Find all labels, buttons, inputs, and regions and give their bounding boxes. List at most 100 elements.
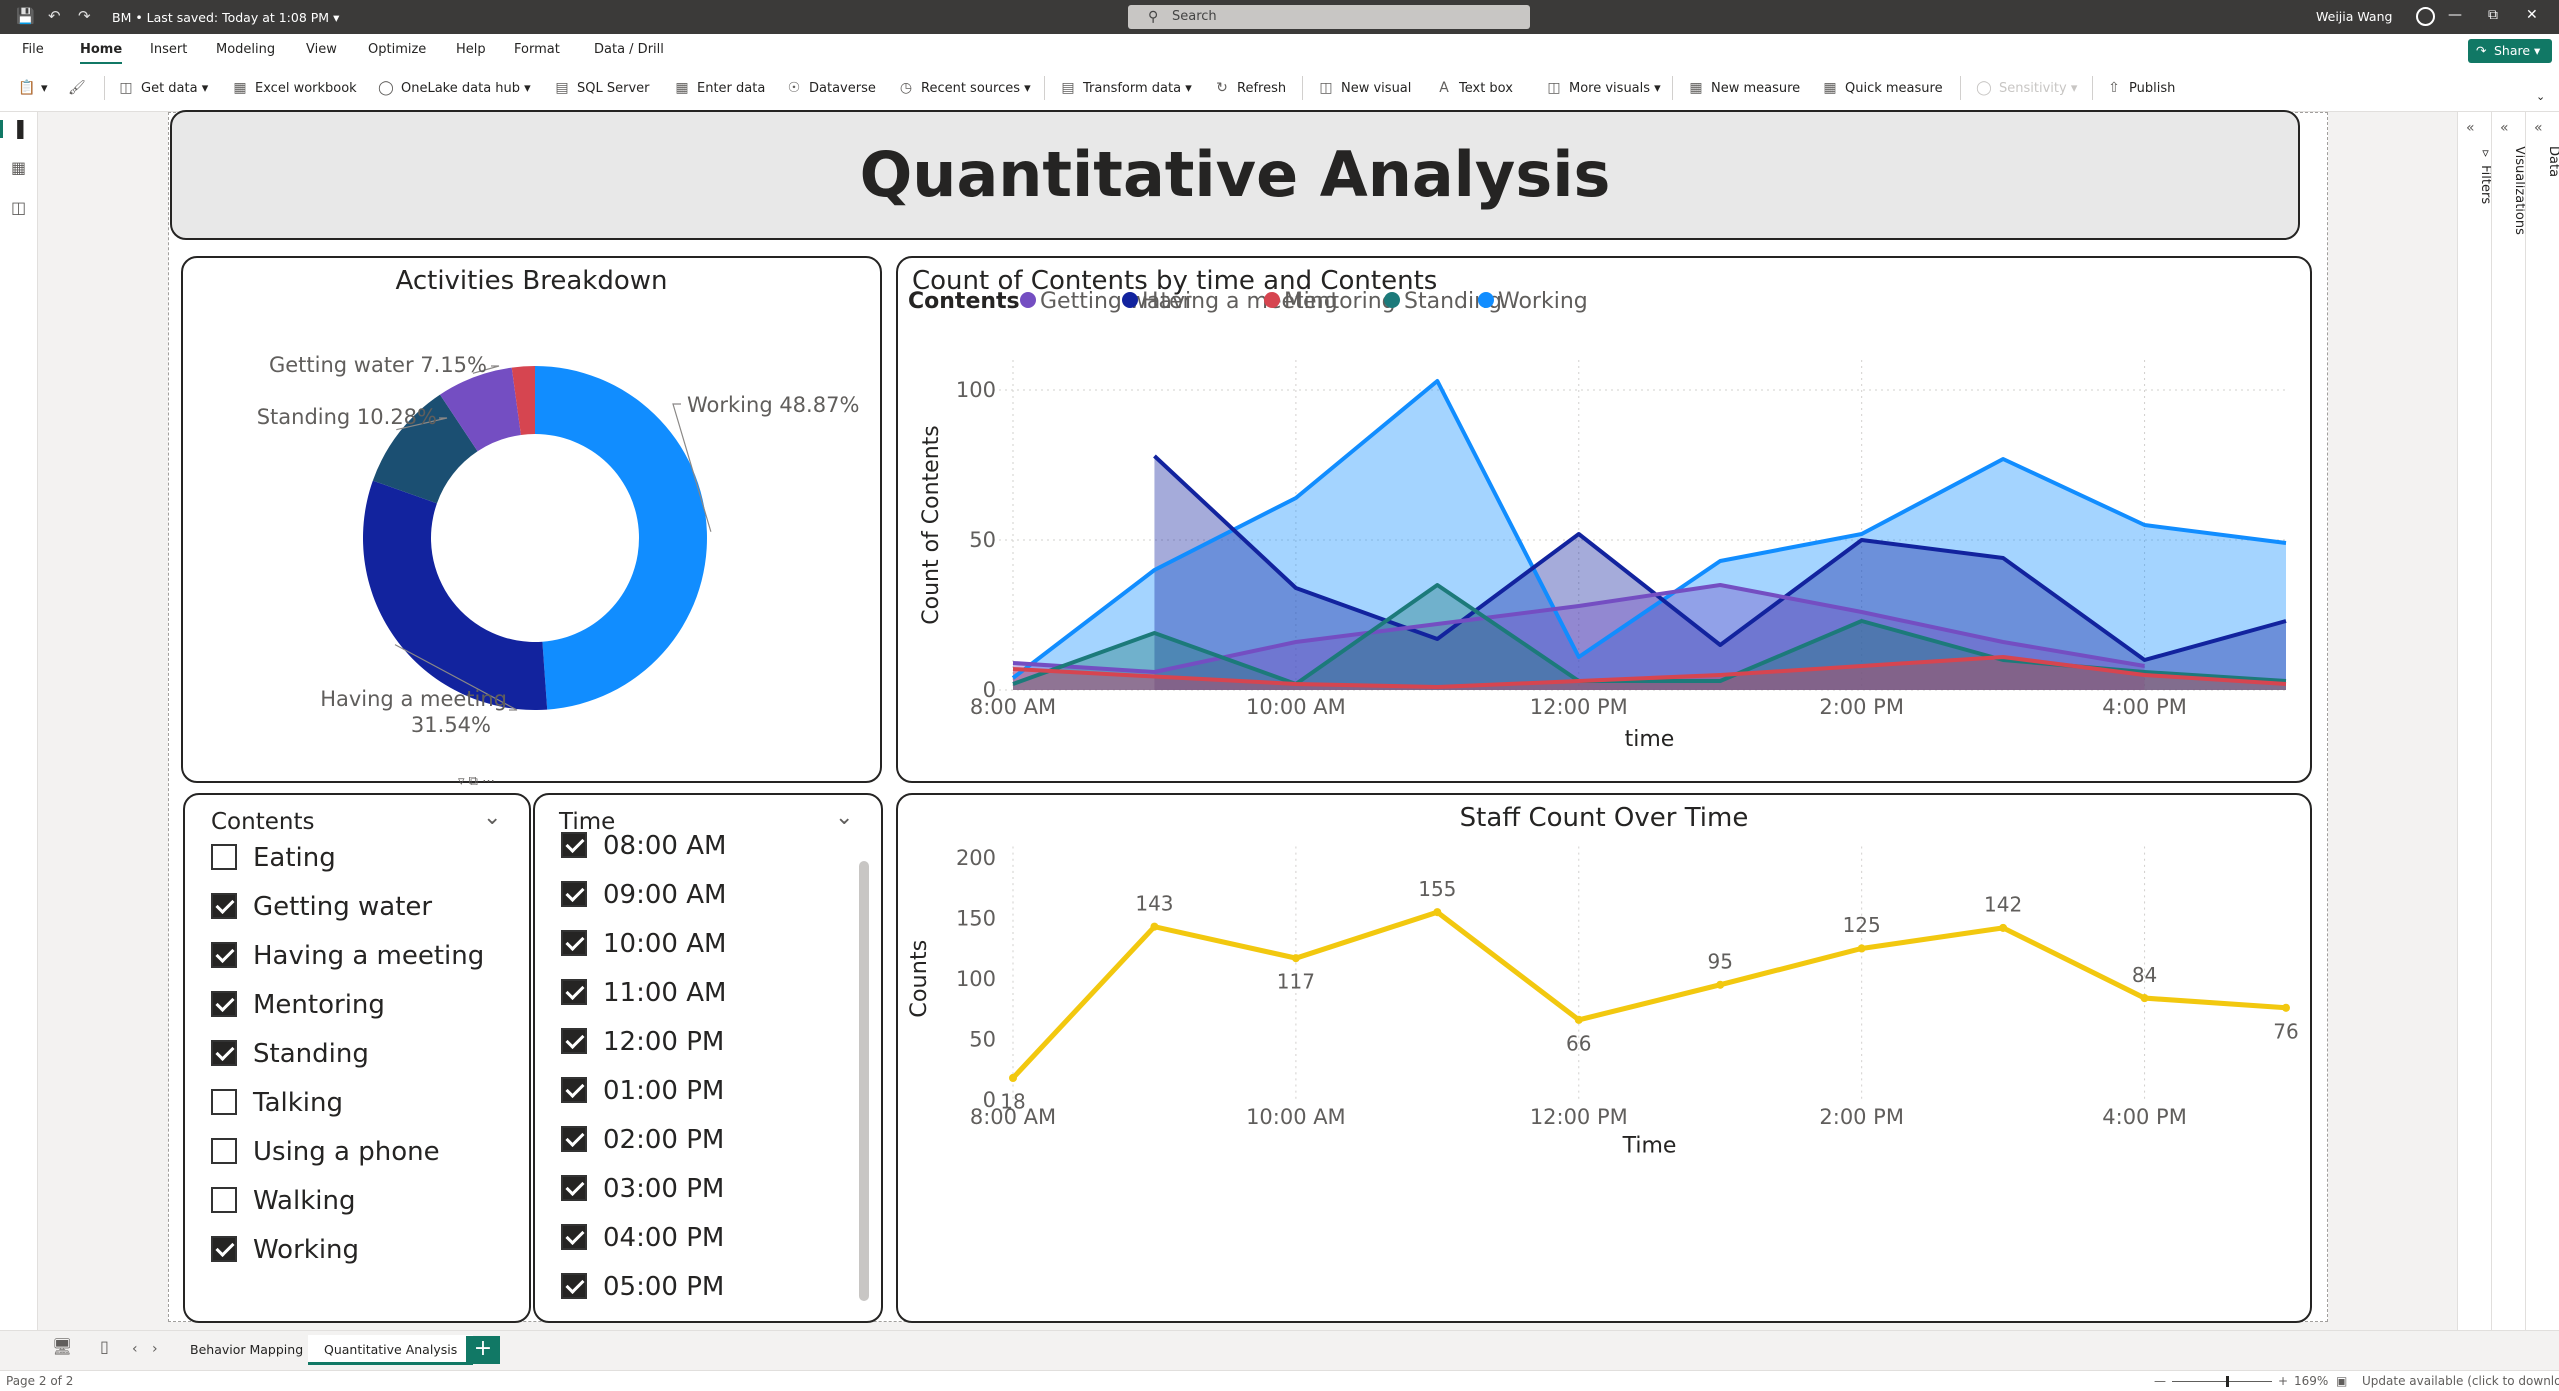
add-page-button[interactable]: + xyxy=(466,1336,500,1364)
sql-server-button[interactable]: ▤ SQL Server xyxy=(554,80,649,96)
tab-help[interactable]: Help xyxy=(456,42,486,57)
checkbox-checked[interactable] xyxy=(561,930,587,956)
visualizations-pane[interactable]: « Visualizations xyxy=(2491,112,2527,1350)
onelake-data-hub-button[interactable]: ◯ OneLake data hub ▾ xyxy=(378,80,531,96)
checkbox-unchecked[interactable] xyxy=(211,1138,237,1164)
checkbox-checked[interactable] xyxy=(561,881,587,907)
model-view-icon[interactable]: ◫ xyxy=(11,198,26,217)
zoom-slider-thumb[interactable] xyxy=(2226,1376,2229,1387)
expand-data-icon[interactable]: « xyxy=(2534,120,2543,136)
contents-by-time-visual[interactable]: Count of Contents by time and Contents C… xyxy=(896,256,2312,783)
document-title[interactable]: BM • Last saved: Today at 1:08 PM ▾ xyxy=(112,10,339,25)
slicer-item[interactable]: 05:00 PM xyxy=(561,1272,724,1304)
restore-icon[interactable]: ⧉ xyxy=(2488,7,2498,23)
checkbox-checked[interactable] xyxy=(211,893,237,919)
data-point[interactable] xyxy=(1857,944,1866,953)
tab-format[interactable]: Format xyxy=(514,42,560,57)
filter-icon[interactable]: ▿ xyxy=(458,774,465,789)
donut-slice[interactable] xyxy=(535,366,707,710)
slicer-item[interactable]: 11:00 AM xyxy=(561,978,726,1010)
data-point[interactable] xyxy=(1150,922,1159,931)
data-point[interactable] xyxy=(1009,1073,1017,1083)
tab-home[interactable]: Home xyxy=(80,42,123,65)
new-measure-button[interactable]: ▦ New measure xyxy=(1688,80,1800,96)
donut-slice[interactable] xyxy=(363,480,548,710)
checkbox-checked[interactable] xyxy=(561,979,587,1005)
slicer-item[interactable]: 10:00 AM xyxy=(561,929,726,961)
collapse-ribbon-icon[interactable]: ⌄ xyxy=(2536,90,2545,103)
tab-modeling[interactable]: Modeling xyxy=(216,42,275,57)
slicer-item[interactable]: 02:00 PM xyxy=(561,1125,724,1157)
checkbox-checked[interactable] xyxy=(561,1224,587,1250)
next-page-icon[interactable]: › xyxy=(152,1341,158,1357)
slicer-item[interactable]: 09:00 AM xyxy=(561,880,726,912)
refresh-button[interactable]: ↻ Refresh xyxy=(1214,80,1286,96)
data-point[interactable] xyxy=(1999,923,2008,932)
dataverse-button[interactable]: ☉ Dataverse xyxy=(786,80,876,96)
filters-pane[interactable]: « ▿ Filters xyxy=(2457,112,2493,1350)
checkbox-checked[interactable] xyxy=(561,1175,587,1201)
checkbox-unchecked[interactable] xyxy=(211,844,237,870)
search-box[interactable]: ⚲ Search xyxy=(1128,5,1530,29)
slicer-item[interactable]: Mentoring xyxy=(211,990,385,1022)
close-icon[interactable]: ✕ xyxy=(2526,7,2538,23)
time-slicer-scrollbar[interactable] xyxy=(859,861,869,1301)
slicer-item[interactable]: Talking xyxy=(211,1088,343,1120)
slicer-item[interactable]: 04:00 PM xyxy=(561,1223,724,1255)
recent-sources-button[interactable]: ◷ Recent sources ▾ xyxy=(898,80,1031,96)
checkbox-unchecked[interactable] xyxy=(211,1187,237,1213)
minimize-icon[interactable]: — xyxy=(2448,7,2462,23)
user-name[interactable]: Weijia Wang xyxy=(2316,9,2392,24)
slicer-item[interactable]: 01:00 PM xyxy=(561,1076,724,1108)
zoom-in-icon[interactable]: + xyxy=(2278,1374,2288,1388)
data-point[interactable] xyxy=(1574,1015,1583,1024)
activities-breakdown-visual[interactable]: Activities Breakdown Working 48.87% Havin… xyxy=(181,256,882,783)
checkbox-checked[interactable] xyxy=(561,832,587,858)
publish-button[interactable]: ⇧ Publish xyxy=(2106,80,2175,96)
slicer-item[interactable]: Having a meeting xyxy=(211,941,484,973)
excel-workbook-button[interactable]: ▦ Excel workbook xyxy=(232,80,356,96)
tab-view[interactable]: View xyxy=(306,42,337,57)
chevron-down-icon[interactable]: ⌄ xyxy=(835,805,853,830)
slicer-item[interactable]: 12:00 PM xyxy=(561,1027,724,1059)
enter-data-button[interactable]: ▦ Enter data xyxy=(674,80,765,96)
focus-mode-icon[interactable]: ⧉ xyxy=(469,774,478,789)
page-tab-behavior-mapping[interactable]: Behavior Mapping xyxy=(174,1335,319,1365)
text-box-button[interactable]: A Text box xyxy=(1436,80,1513,96)
get-data-button[interactable]: ◫ Get data ▾ xyxy=(118,80,208,96)
save-icon[interactable]: 💾 xyxy=(16,7,35,25)
paste-button[interactable]: 📋 ▾ xyxy=(18,80,48,96)
donut-chart[interactable]: Working 48.87% Having a meeting31.54% Stan… xyxy=(181,256,882,783)
new-visual-button[interactable]: ◫ New visual xyxy=(1318,80,1411,96)
avatar[interactable] xyxy=(2416,7,2435,26)
visual-header[interactable]: ▿ ⧉ ⋯ xyxy=(458,774,495,789)
prev-page-icon[interactable]: ‹ xyxy=(132,1341,138,1357)
data-point[interactable] xyxy=(1716,980,1725,989)
checkbox-checked[interactable] xyxy=(211,1236,237,1262)
slicer-item[interactable]: Working xyxy=(211,1235,359,1267)
tab-file[interactable]: File xyxy=(22,42,44,57)
data-point[interactable] xyxy=(1291,954,1300,963)
checkbox-checked[interactable] xyxy=(561,1077,587,1103)
expand-filters-icon[interactable]: « xyxy=(2466,120,2475,136)
fit-to-page-icon[interactable]: ▣ xyxy=(2336,1374,2347,1388)
expand-visualizations-icon[interactable]: « xyxy=(2500,120,2509,136)
tab-data-drill[interactable]: Data / Drill xyxy=(594,42,664,57)
more-options-icon[interactable]: ⋯ xyxy=(482,774,495,789)
area-chart[interactable]: Contents Getting waterHaving a meetingMen… xyxy=(896,256,2312,783)
desktop-layout-icon[interactable]: 🖥 xyxy=(52,1337,72,1356)
staff-count-visual[interactable]: Staff Count Over Time 0 50 100 150 200 8:00 A… xyxy=(896,793,2312,1323)
checkbox-checked[interactable] xyxy=(561,1273,587,1299)
chevron-down-icon[interactable]: ⌄ xyxy=(483,805,501,830)
report-title-card[interactable]: Quantitative Analysis xyxy=(170,110,2300,240)
undo-icon[interactable]: ↶ xyxy=(48,7,61,25)
slicer-item[interactable]: 03:00 PM xyxy=(561,1174,724,1206)
share-button[interactable]: ↷ Share ▾ xyxy=(2468,39,2552,63)
format-painter-button[interactable]: 🖌 xyxy=(68,80,91,96)
slicer-item[interactable]: 08:00 AM xyxy=(561,831,726,863)
checkbox-checked[interactable] xyxy=(211,942,237,968)
tab-insert[interactable]: Insert xyxy=(150,42,187,57)
table-view-icon[interactable]: ▦ xyxy=(11,158,26,177)
transform-data-button[interactable]: ▤ Transform data ▾ xyxy=(1060,80,1191,96)
report-view-icon[interactable]: ▐ xyxy=(0,120,23,139)
